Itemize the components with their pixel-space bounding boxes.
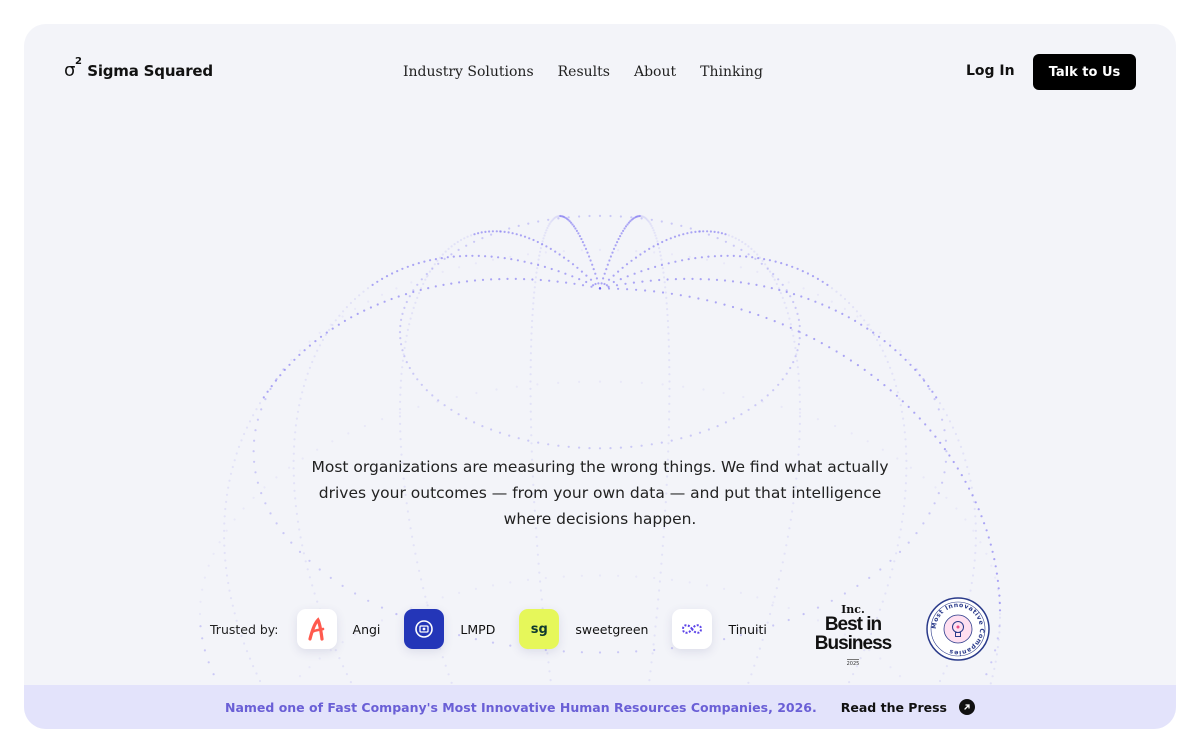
- main-nav: Industry Solutions Results About Thinkin…: [403, 64, 787, 80]
- logo-text: Sigma Squared: [87, 62, 213, 80]
- read-the-press-label: Read the Press: [840, 699, 947, 715]
- inc-badge-line1: Best in: [824, 614, 882, 635]
- read-the-press-link[interactable]: Read the Press: [841, 699, 975, 715]
- brand-name-sweetgreen: sweetgreen: [575, 621, 649, 637]
- fast-company-most-innovative-badge: Most Innovative Companies: [926, 597, 990, 661]
- page-frame: σ2 Sigma Squared Industry Solutions Resu…: [24, 24, 1176, 729]
- hero-line-3: where decisions happen.: [503, 510, 697, 528]
- nav-about[interactable]: About: [634, 64, 676, 80]
- brand-name-lmpd: LMPD: [460, 621, 496, 637]
- talk-to-us-button[interactable]: Talk to Us: [1033, 54, 1136, 90]
- hero-line-2: drives your outcomes — from your own dat…: [318, 484, 882, 502]
- trusted-by-row: Trusted by: Angi LMPD sg sweetgreen Tinu…: [210, 609, 791, 649]
- inc-best-in-business-badge: Inc. Best in Business 2025: [810, 604, 896, 667]
- trusted-by-label: Trusted by:: [210, 621, 279, 637]
- brand-tinuiti: Tinuiti: [672, 609, 767, 649]
- arrow-up-right-icon: [958, 699, 975, 715]
- sweetgreen-logo-icon: sg: [519, 609, 560, 649]
- announcement-banner: Named one of Fast Company's Most Innovat…: [24, 685, 1176, 729]
- brand-name-angi: Angi: [352, 621, 381, 637]
- brand-sweetgreen: sg sweetgreen: [519, 609, 648, 649]
- logo[interactable]: σ2 Sigma Squared: [64, 56, 213, 81]
- nav-industry-solutions[interactable]: Industry Solutions: [403, 64, 534, 80]
- nav-thinking[interactable]: Thinking: [700, 64, 763, 80]
- brand-angi: Angi: [296, 609, 381, 649]
- lmpd-logo-icon: [404, 609, 445, 649]
- hero-description: Most organizations are measuring the wro…: [300, 454, 900, 532]
- inc-badge-line2: Business: [814, 633, 892, 654]
- inc-badge-year: 2025: [846, 659, 860, 667]
- banner-text: Named one of Fast Company's Most Innovat…: [225, 699, 817, 715]
- nav-results[interactable]: Results: [558, 64, 610, 80]
- brand-lmpd: LMPD: [404, 609, 495, 649]
- angi-logo-icon: [296, 609, 337, 649]
- tinuiti-logo-icon: [672, 609, 713, 649]
- brand-name-tinuiti: Tinuiti: [728, 621, 767, 637]
- login-link[interactable]: Log In: [966, 63, 1015, 79]
- sigma-logo-icon: σ2: [64, 56, 82, 81]
- hero-line-1: Most organizations are measuring the wro…: [311, 458, 889, 476]
